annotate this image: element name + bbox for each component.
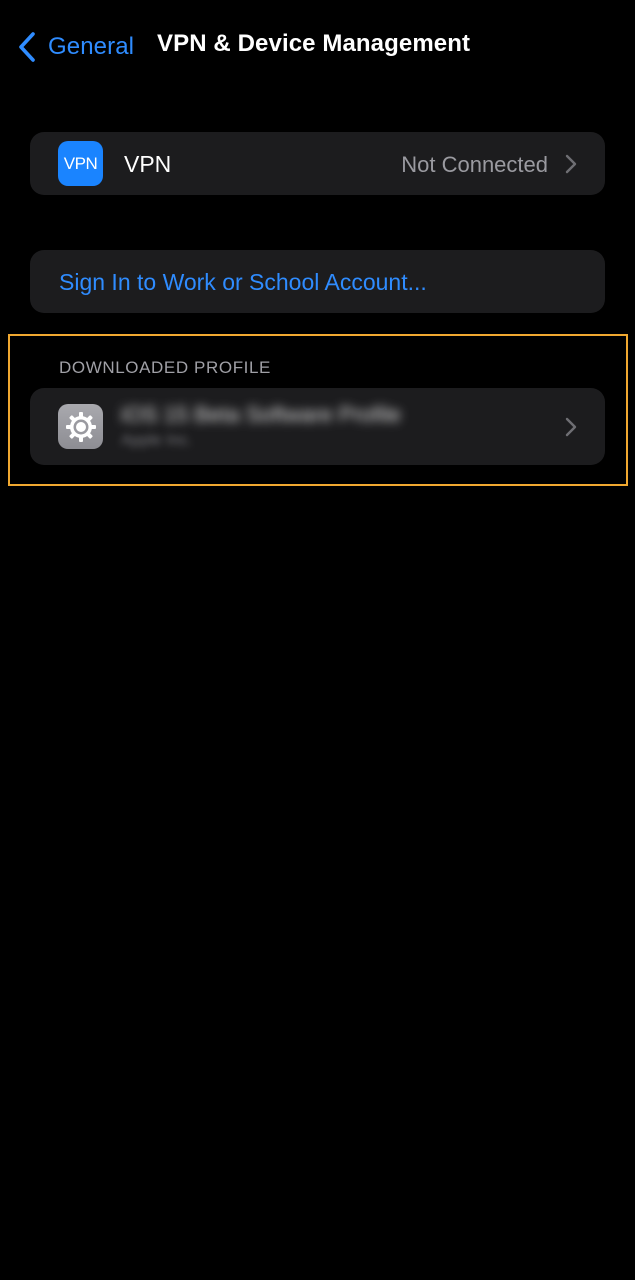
sign-in-account-link[interactable]: Sign In to Work or School Account... (59, 269, 427, 296)
chevron-left-icon (19, 32, 35, 62)
back-label: General (48, 33, 135, 60)
chevron-right-icon (565, 154, 577, 174)
navigation-bar: General VPN & Device Management (0, 0, 635, 92)
page-title: VPN & Device Management (157, 30, 471, 57)
section-header-downloaded-profile: DOWNLOADED PROFILE (59, 358, 271, 377)
vpn-badge-icon: VPN (58, 141, 103, 186)
vpn-status: Not Connected (401, 152, 548, 177)
profile-name: iOS 15 Beta Software Profile (121, 402, 402, 427)
back-button[interactable]: General (16, 28, 134, 66)
chevron-right-icon (565, 417, 577, 437)
vpn-row[interactable]: VPN VPN Not Connected (30, 132, 605, 195)
downloaded-profile-row[interactable]: iOS 15 Beta Software Profile Apple Inc. (30, 388, 605, 465)
sign-in-account-row[interactable]: Sign In to Work or School Account... (30, 250, 605, 313)
vpn-label: VPN (124, 151, 172, 177)
vpn-badge-text: VPN (63, 153, 98, 173)
gear-glyph-icon (65, 411, 96, 442)
profile-subtitle: Apple Inc. (121, 432, 193, 449)
gear-icon (58, 404, 103, 449)
